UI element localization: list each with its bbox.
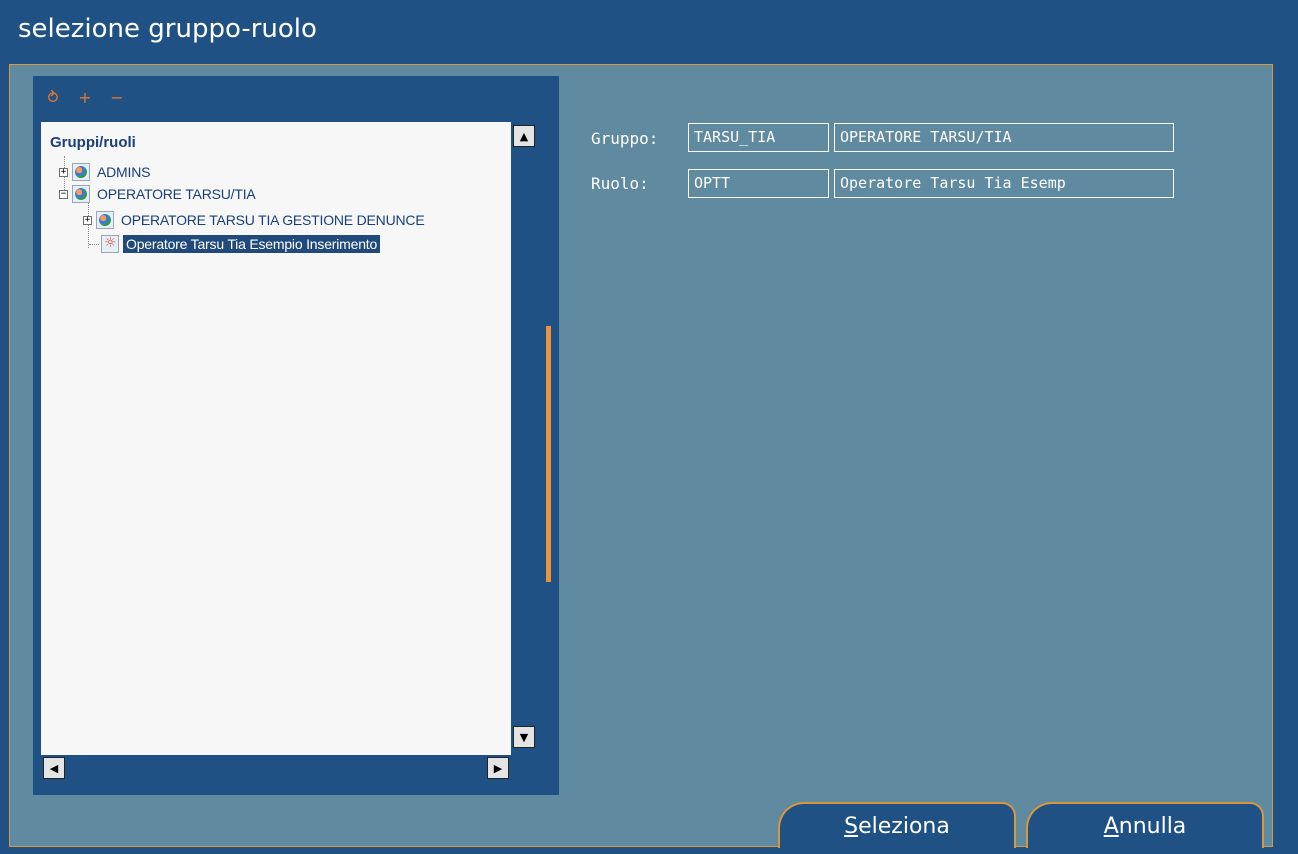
expand-toggle[interactable]: +	[59, 167, 68, 177]
scroll-down-button[interactable]: ▼	[513, 726, 535, 748]
tree-root-label: Gruppi/ruoli	[50, 134, 136, 151]
ruolo-label: Ruolo:	[591, 174, 649, 193]
group-role-tree[interactable]: Gruppi/ruoli + ADMINS − OPERATORE TARSU/…	[41, 122, 511, 755]
scroll-up-button[interactable]: ▲	[513, 125, 535, 147]
tree-node-admins[interactable]: + ADMINS	[59, 162, 153, 182]
seleziona-button[interactable]: Seleziona	[778, 802, 1016, 848]
expand-all-icon[interactable]: +	[75, 90, 95, 106]
tree-horizontal-scrollbar[interactable]: ◀ ▶	[41, 755, 511, 782]
gruppo-label: Gruppo:	[591, 129, 659, 148]
tree-vertical-scrollbar[interactable]: ▲ ▼	[511, 122, 538, 755]
expand-toggle[interactable]: +	[83, 215, 92, 225]
group-icon	[72, 163, 90, 181]
group-icon	[96, 211, 114, 229]
scroll-left-button[interactable]: ◀	[43, 757, 65, 779]
tree-toolbar: ⥁ + −	[43, 86, 127, 110]
ruolo-code-field: OPTT	[688, 169, 829, 198]
gruppo-code-field: TARSU_TIA	[688, 123, 829, 152]
main-content-panel: ⥁ + − Gruppi/ruoli + ADMINS − OPERATORE …	[9, 64, 1273, 848]
button-label: nnulla	[1118, 813, 1187, 839]
tree-panel: ⥁ + − Gruppi/ruoli + ADMINS − OPERATORE …	[33, 76, 559, 795]
tree-node-operatore-tarsu-tia[interactable]: − OPERATORE TARSU/TIA	[59, 184, 259, 204]
group-icon	[72, 185, 90, 203]
tree-node-label: OPERATORE TARSU/TIA	[97, 186, 256, 202]
window-title: selezione gruppo-ruolo	[18, 14, 317, 44]
tree-node-label: OPERATORE TARSU TIA GESTIONE DENUNCE	[121, 212, 425, 228]
gruppo-name-field: OPERATORE TARSU/TIA	[834, 123, 1174, 152]
collapse-all-icon[interactable]: −	[107, 90, 127, 106]
scroll-right-button[interactable]: ▶	[487, 757, 509, 779]
scrollbar-thumb[interactable]	[546, 326, 551, 582]
button-label: eleziona	[858, 813, 950, 839]
role-icon	[101, 235, 119, 253]
tree-node-label: ADMINS	[97, 164, 151, 180]
annulla-button[interactable]: Annulla	[1026, 802, 1264, 848]
tree-node-label-selected: Operatore Tarsu Tia Esempio Inserimento	[123, 235, 381, 253]
tree-node-gestione-denunce[interactable]: + OPERATORE TARSU TIA GESTIONE DENUNCE	[83, 210, 427, 230]
refresh-icon[interactable]: ⥁	[43, 90, 63, 106]
ruolo-name-field: Operatore Tarsu Tia Esemp	[834, 169, 1174, 198]
accelerator-key: A	[1103, 813, 1119, 839]
tree-connector	[89, 243, 99, 245]
accelerator-key: S	[844, 813, 859, 839]
tree-node-esempio-inserimento[interactable]: Operatore Tarsu Tia Esempio Inserimento	[89, 234, 381, 254]
collapse-toggle[interactable]: −	[59, 189, 68, 199]
